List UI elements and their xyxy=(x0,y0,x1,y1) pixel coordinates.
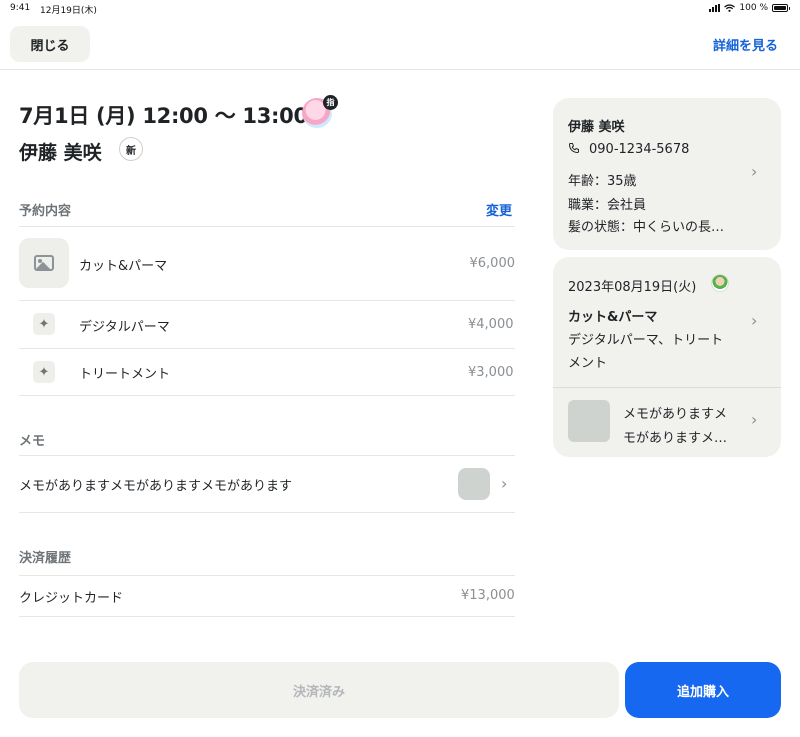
customer-phone: 090-1234-5678 xyxy=(589,142,690,157)
payment-method: クレジットカード xyxy=(19,591,124,606)
change-button[interactable]: 変更 xyxy=(486,200,512,219)
phone-icon xyxy=(569,143,579,153)
close-button[interactable]: 閉じる xyxy=(10,26,90,62)
payment-amount: ¥13,000 xyxy=(461,588,515,603)
history-date: 2023年08月19日(火) xyxy=(568,280,697,295)
divider xyxy=(19,616,515,617)
paid-button[interactable]: 決済済み xyxy=(19,662,619,718)
history-memo-line1: メモがありますメ xyxy=(623,407,728,422)
status-time: 9:41 xyxy=(10,3,31,13)
chevron-right-icon[interactable]: › xyxy=(751,410,757,429)
history-memo-thumbnail xyxy=(568,400,610,442)
menu-item-label: カット&パーマ xyxy=(79,259,168,274)
divider xyxy=(19,575,515,576)
customer-age: 年齢：35歳 xyxy=(568,174,637,189)
customer-job: 職業：会社員 xyxy=(568,198,647,213)
option-item-label: デジタルパーマ xyxy=(79,320,170,335)
card-customer-name: 伊藤 美咲 xyxy=(568,120,625,135)
option-item-label: トリートメント xyxy=(79,367,171,382)
image-placeholder-icon xyxy=(34,255,54,271)
battery-percent: 100 % xyxy=(739,3,768,13)
sparkle-icon: ✦ xyxy=(33,361,55,383)
staff-avatar-small xyxy=(711,274,729,292)
new-customer-badge: 新 xyxy=(119,137,143,161)
customer-info-card[interactable]: 伊藤 美咲 090-1234-5678 年齢：35歳 職業：会社員 髪の状態：中… xyxy=(553,98,781,250)
chevron-right-icon[interactable]: › xyxy=(501,474,507,493)
memo-text[interactable]: メモがありますメモがありますメモがあります xyxy=(19,475,292,494)
reservation-datetime: 7月1日 (月) 12:00 〜 13:00 xyxy=(19,104,308,128)
history-menu: カット&パーマ xyxy=(568,310,658,325)
divider xyxy=(19,226,515,227)
view-details-link[interactable]: 詳細を見る xyxy=(713,35,778,54)
chevron-right-icon: › xyxy=(751,162,758,181)
menu-thumbnail xyxy=(19,238,69,288)
payment-section-title: 決済履歴 xyxy=(19,551,72,566)
customer-name: 伊藤 美咲 xyxy=(19,142,102,164)
sparkle-icon: ✦ xyxy=(33,313,55,335)
nav-bar: 閉じる 詳細を見る xyxy=(0,18,800,70)
menu-item-price: ¥6,000 xyxy=(469,256,516,271)
memo-image-thumbnail[interactable] xyxy=(458,468,490,500)
history-memo-line2: モがありますメ… xyxy=(623,431,728,446)
divider xyxy=(19,455,515,456)
divider xyxy=(19,512,515,513)
wifi-icon xyxy=(724,4,736,12)
divider xyxy=(19,348,515,349)
divider xyxy=(19,395,515,396)
status-date: 12月19日(木) xyxy=(40,6,97,16)
status-bar: 9:41 12月19日(木) 100 % xyxy=(0,0,800,18)
memo-section-title: メモ xyxy=(19,434,46,449)
divider xyxy=(19,300,515,301)
signal-icon xyxy=(709,4,721,12)
chevron-right-icon[interactable]: › xyxy=(751,311,757,330)
content-section-title: 予約内容 xyxy=(19,204,72,219)
history-detail-line2: メント xyxy=(568,356,608,371)
battery-icon xyxy=(772,4,790,12)
visit-history-card: 2023年08月19日(火) カット&パーマ デジタルパーマ、トリート メント … xyxy=(553,257,781,457)
history-detail-line1: デジタルパーマ、トリート xyxy=(568,333,724,348)
status-indicators: 100 % xyxy=(709,3,790,13)
add-purchase-button[interactable]: 追加購入 xyxy=(625,662,781,718)
card-divider xyxy=(553,387,781,388)
menu-item-main[interactable]: カット&パーマ ¥6,000 xyxy=(19,238,515,290)
nominated-badge: 指 xyxy=(323,95,338,110)
customer-hair: 髪の状態：中くらいの長… xyxy=(568,220,725,235)
